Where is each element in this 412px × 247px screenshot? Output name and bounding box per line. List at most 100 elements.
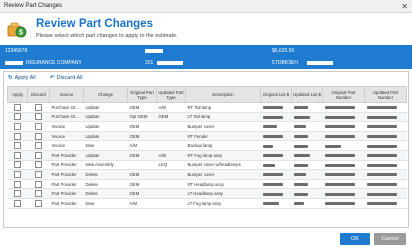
table-row[interactable]: Purchase Or... Update Opt OEM OEM LT Tail la… [7,112,407,123]
description-cell: Backup lamp [185,140,261,151]
table-row[interactable]: Part Provider Update OEM A/M RT Fog lamp ass… [7,150,407,161]
apply-checkbox[interactable] [14,161,21,169]
apply-checkbox[interactable] [14,132,21,140]
table-row[interactable]: Invoice Update OEM RT Fender [7,131,407,142]
table-row[interactable]: Invoice New A/M Backup lamp [7,140,407,151]
col-header-original-list[interactable]: Original List $ [260,86,292,103]
discard-checkbox[interactable] [35,180,42,188]
close-icon[interactable]: ✕ [401,0,408,13]
updated-list-cell [291,131,323,142]
table-row[interactable]: Purchase Or... Update OEM A/M RT Tail lamp [7,102,407,113]
table-row[interactable]: Part Provider Delete OEM LT Headlamp assy [7,188,407,199]
table-row[interactable]: Part Provider New Assembly LKQ Bumper cover… [7,160,407,171]
original-part-type-cell: OEM [127,121,157,132]
discard-checkbox[interactable] [35,170,42,178]
original-list-cell [260,150,292,161]
apply-checkbox[interactable] [14,199,21,207]
original-part-type-cell: OEM [127,169,157,180]
discard-checkbox[interactable] [35,199,42,207]
discard-cell [27,131,50,142]
change-cell: Update [83,150,128,161]
col-header-source[interactable]: Source [49,86,84,103]
redacted-value [366,173,397,177]
redacted-value [262,144,273,148]
col-header-updated-list[interactable]: Updated List $ [291,86,323,103]
discard-checkbox[interactable] [35,103,42,111]
cancel-button[interactable]: Cancel [374,233,406,245]
col-header-description[interactable]: Description [185,86,261,103]
original-part-type-cell: OEM [127,102,157,113]
description-cell: RT Fog lamp assy [185,150,261,161]
discard-checkbox[interactable] [35,161,42,169]
original-list-cell [260,198,292,209]
col-header-original-part-type[interactable]: Original Part Type [127,86,157,103]
original-part-number-cell [322,150,365,161]
apply-checkbox[interactable] [14,113,21,121]
col-header-change[interactable]: Change [83,86,128,103]
updated-list-cell [291,102,323,113]
undo-icon: ↶ [50,75,55,81]
updated-part-number-cell [364,160,407,171]
discard-cell [27,112,50,123]
original-list-cell [260,112,292,123]
col-header-apply[interactable]: Apply [7,86,28,103]
apply-checkbox[interactable] [14,190,21,198]
svg-text:$: $ [19,30,23,37]
updated-part-number-cell [364,121,407,132]
ok-button[interactable]: OK [340,233,370,245]
discard-cell [27,179,50,190]
updated-part-number-cell [364,169,407,180]
redacted-value [366,202,397,206]
redacted-value [324,182,355,186]
vin-prefix: 5TDBK3EH [272,60,298,66]
insurance-company: INSURANCE COMPANY [26,60,82,66]
table-row[interactable]: Part Provider Delete OEM RT Headlamp assy [7,179,407,190]
redacted-value [324,202,355,206]
discard-checkbox[interactable] [35,142,42,150]
original-list-cell [260,160,292,171]
description-cell: LT Tail lamp [185,112,261,123]
discard-cell [27,150,50,161]
discard-all-button[interactable]: ↶ Discard All [50,75,83,81]
redacted-value [262,202,279,206]
discard-cell [27,188,50,199]
source-cell: Part Provider [49,188,84,199]
col-header-updated-part-type[interactable]: Updated Part Type [156,86,186,103]
apply-checkbox[interactable] [14,122,21,130]
table-row[interactable]: Part Provider New A/M LT Fog lamp assy [7,198,407,209]
discard-checkbox[interactable] [35,151,42,159]
change-cell: New [83,140,128,151]
redacted-value [366,106,397,110]
redacted-value [366,125,397,129]
discard-checkbox[interactable] [35,122,42,130]
apply-cell [7,112,28,123]
description-cell: RT Fender [185,131,261,142]
table-row[interactable]: Invoice Update OEM Bumper cover [7,121,407,132]
part-changes-table: Apply Discard Source Change Original Par… [7,86,407,209]
apply-checkbox[interactable] [14,180,21,188]
col-header-discard[interactable]: Discard [27,86,50,103]
discard-cell [27,140,50,151]
apply-checkbox[interactable] [14,170,21,178]
source-cell: Part Provider [49,169,84,180]
apply-all-button[interactable]: ↻ Apply All [8,75,36,81]
source-cell: Invoice [49,140,84,151]
apply-checkbox[interactable] [14,151,21,159]
redacted-value [366,144,397,148]
table-row[interactable]: Part Provider Delete OEM Bumper cover [7,169,407,180]
col-header-updated-part-number[interactable]: Updated Part Number [364,86,407,103]
discard-cell [27,169,50,180]
redacted-value [324,106,355,110]
col-header-original-part-number[interactable]: Original Part Number [322,86,365,103]
discard-checkbox[interactable] [35,190,42,198]
discard-cell [27,121,50,132]
redacted-value [262,154,283,158]
redacted-value [324,125,355,129]
discard-checkbox[interactable] [35,113,42,121]
discard-checkbox[interactable] [35,132,42,140]
apply-checkbox[interactable] [14,103,21,111]
apply-checkbox[interactable] [14,142,21,150]
original-part-number-cell [322,160,365,171]
updated-list-cell [291,188,323,199]
original-list-cell [260,179,292,190]
